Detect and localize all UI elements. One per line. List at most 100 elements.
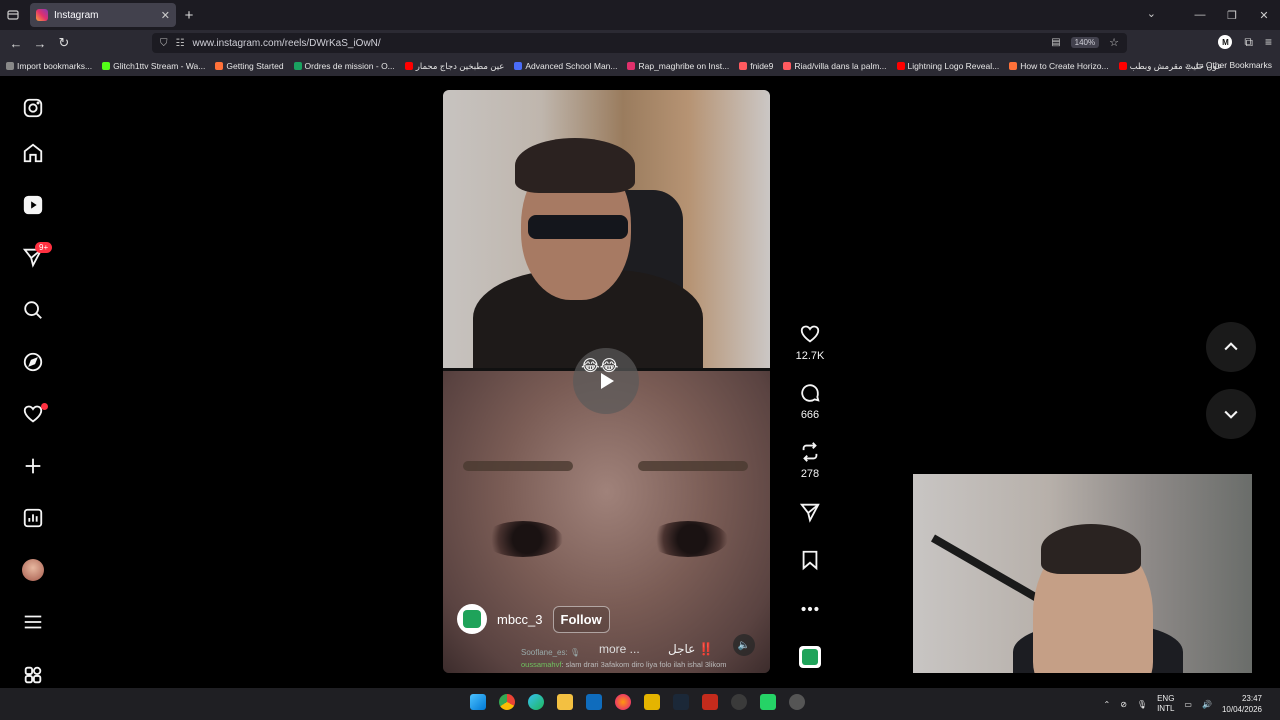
overlay-chat-line: Sooflane_es: 🎙 (521, 648, 581, 657)
tab-list-icon[interactable] (0, 0, 26, 30)
share-button[interactable] (790, 501, 830, 523)
other-bookmarks[interactable]: » ▭ Other Bookmarks (1186, 60, 1272, 71)
search-icon[interactable] (18, 295, 48, 325)
overlay-chat-line: oussamahvf: slam drari 3afakom diro liya… (521, 660, 727, 669)
tab-title: Instagram (54, 9, 99, 21)
owner-username[interactable]: mbcc_3 (497, 612, 543, 627)
display-icon[interactable]: ▭ (1184, 700, 1192, 709)
microphone-icon[interactable]: 🎙 (1137, 700, 1147, 709)
bookmark-item[interactable]: Riad/villa dans la palm... (783, 61, 887, 71)
comment-icon (801, 384, 820, 402)
also-from-meta-icon[interactable] (18, 660, 48, 690)
list-all-tabs-chevron-icon[interactable]: ⌄ (1147, 7, 1156, 20)
chevron-up-icon (1224, 342, 1238, 351)
audio-thumbnail (799, 646, 821, 668)
extensions-icon[interactable]: ⧉ (1244, 35, 1253, 50)
bookmark-item[interactable]: How to Create Horizo... (1009, 61, 1109, 71)
close-window-button[interactable]: ✕ (1248, 0, 1280, 30)
create-plus-icon[interactable] (18, 451, 48, 481)
avatar (22, 559, 44, 581)
ellipsis-icon (801, 606, 819, 612)
caption-more-link[interactable]: more ... (599, 642, 640, 656)
new-tab-button[interactable]: + (176, 7, 202, 24)
follow-button[interactable]: Follow (552, 605, 610, 633)
forward-button[interactable]: → (28, 36, 52, 51)
bookmarks-toolbar: Import bookmarks... Glitch1ttv Stream - … (0, 56, 1280, 76)
whatsapp-icon[interactable] (760, 694, 776, 710)
shield-icon[interactable]: ⛉ (160, 38, 168, 49)
bookmark-item[interactable]: Glitch1ttv Stream - Wa... (102, 61, 205, 71)
video-top-frame (443, 90, 770, 390)
reels-icon[interactable] (18, 190, 48, 220)
instagram-logo-icon[interactable] (18, 93, 48, 123)
youtube-favicon-icon (896, 62, 905, 70)
close-tab-icon[interactable]: ✕ (161, 9, 170, 22)
bookmark-item[interactable]: عين مطبخين دجاج محمار (404, 61, 504, 72)
reload-button[interactable]: ↻ (52, 35, 76, 51)
start-menu-icon[interactable] (470, 694, 486, 710)
maximize-button[interactable]: ❐ (1216, 0, 1248, 30)
instagram-favicon-icon (36, 9, 48, 21)
media-player-icon[interactable] (789, 694, 805, 710)
like-button[interactable]: 12.7K (790, 323, 830, 362)
bookmark-item[interactable]: Rap_maghribe on Inst... (627, 61, 729, 71)
file-explorer-icon[interactable] (557, 694, 573, 710)
back-button[interactable]: ← (4, 36, 28, 51)
instagram-sidebar: 9+ (0, 76, 66, 688)
notifications-badge: 9+ (35, 242, 53, 253)
edge-icon[interactable] (528, 694, 544, 710)
url-bar[interactable]: ⛉ ☷ www.instagram.com/reels/DWrKaS_iOwN/… (152, 33, 1127, 53)
bookmark-item[interactable]: fnide9 (739, 61, 773, 71)
chrome-icon[interactable] (499, 694, 515, 710)
previous-reel-button[interactable] (1206, 322, 1256, 372)
bookmark-star-icon[interactable]: ☆ (1109, 36, 1119, 49)
mute-button[interactable]: 🔈 (733, 634, 755, 656)
minimize-button[interactable]: — (1184, 0, 1216, 30)
outlook-icon[interactable] (586, 694, 602, 710)
bookmark-item[interactable]: Getting Started (215, 61, 284, 71)
menu-icon[interactable]: ≡ (1265, 35, 1272, 50)
owner-avatar[interactable] (457, 604, 487, 634)
browser-nav-bar: ← → ↻ ⛉ ☷ www.instagram.com/reels/DWrKaS… (0, 30, 1280, 56)
more-options-button[interactable] (790, 598, 830, 620)
save-button[interactable] (790, 549, 830, 571)
instagram-favicon-icon (627, 62, 636, 70)
webcam-overlay (913, 474, 1252, 673)
network-off-icon[interactable]: ⊘ (1120, 700, 1127, 709)
steam-icon[interactable] (673, 694, 689, 710)
chevron-down-icon (1224, 410, 1238, 419)
more-menu-icon[interactable] (18, 607, 48, 637)
bookmark-item[interactable]: Ordres de mission - O... (293, 61, 395, 71)
firefox-favicon-icon (215, 62, 224, 70)
firefox-icon[interactable] (615, 694, 631, 710)
home-icon[interactable] (18, 138, 48, 168)
app-a-icon[interactable] (702, 694, 718, 710)
next-reel-button[interactable] (1206, 389, 1256, 439)
bookmark-item[interactable]: Advanced School Man... (514, 61, 617, 71)
repost-button[interactable]: 278 (790, 441, 830, 480)
permissions-icon[interactable]: ☷ (176, 38, 185, 49)
files-app-icon[interactable] (644, 694, 660, 710)
volume-icon[interactable]: 🔊 (1202, 700, 1212, 709)
language-indicator[interactable]: ENG INTL (1157, 694, 1174, 714)
dashboard-icon[interactable] (18, 503, 48, 533)
explore-compass-icon[interactable] (18, 347, 48, 377)
reader-view-icon[interactable]: ▤ (1051, 37, 1060, 48)
bookmark-item[interactable]: Lightning Logo Reveal... (896, 61, 999, 71)
browser-tab-instagram[interactable]: Instagram ✕ (30, 3, 176, 27)
audio-button[interactable] (790, 646, 830, 668)
url-text[interactable]: www.instagram.com/reels/DWrKaS_iOwN/ (192, 38, 380, 49)
zoom-level[interactable]: 140% (1070, 37, 1100, 48)
profile-avatar[interactable] (18, 555, 48, 585)
clock[interactable]: 23:47 10/04/2026 (1222, 693, 1262, 715)
obs-icon[interactable] (731, 694, 747, 710)
emoji-overlay: 😂😂 (581, 358, 619, 375)
eye-right (648, 521, 728, 557)
bookmark-icon (802, 550, 818, 571)
reel-video[interactable]: 😂😂 mbcc_3 Follow more ... عاجل ‼️ 🔈 Soof… (443, 90, 770, 673)
account-icon[interactable]: M (1218, 35, 1233, 49)
eyebrow-right (638, 461, 748, 471)
tray-overflow-icon[interactable]: ⌃ (1104, 700, 1111, 709)
comment-button[interactable]: 666 (790, 382, 830, 421)
bookmark-item[interactable]: Import bookmarks... (6, 61, 92, 71)
